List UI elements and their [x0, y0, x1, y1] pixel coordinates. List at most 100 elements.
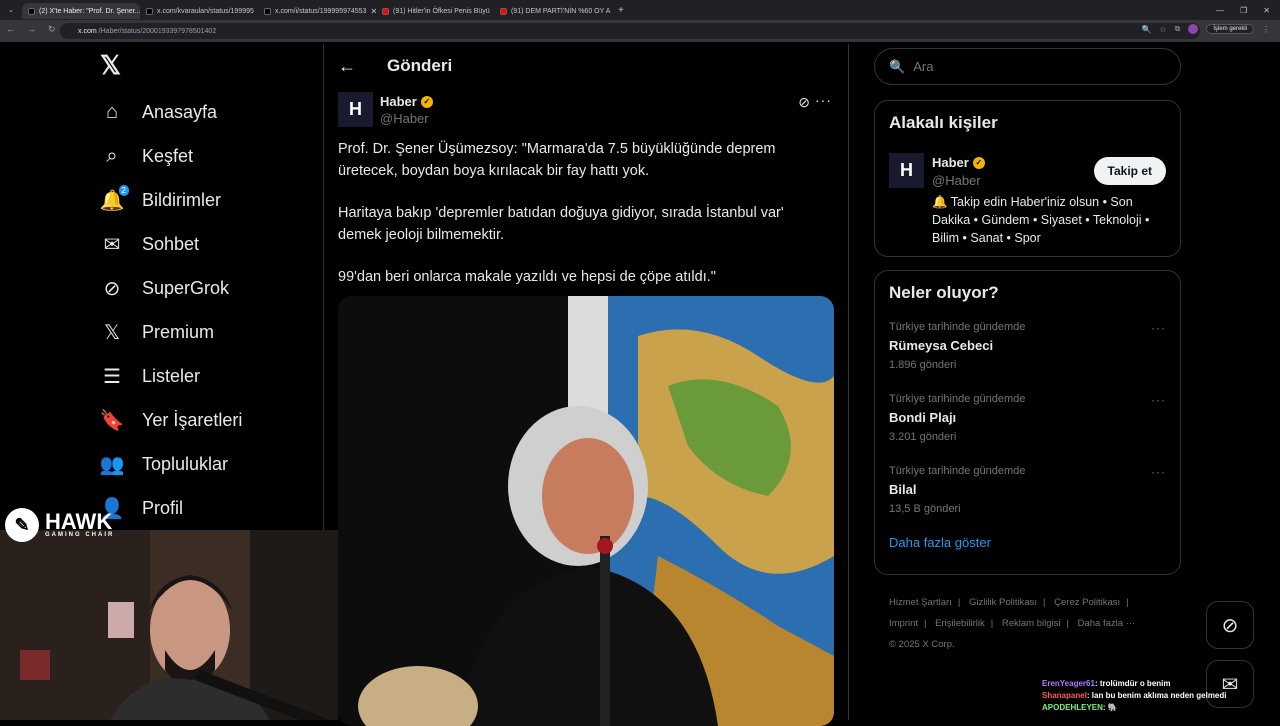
footer-link[interactable]: Daha fazla ···: [1078, 618, 1136, 629]
x-icon: 𝕏: [100, 320, 124, 344]
youtube-favicon-icon: [382, 8, 389, 15]
nav-label: Yer İşaretleri: [142, 410, 242, 431]
nav-label: Listeler: [142, 366, 200, 387]
footer-link[interactable]: Gizlilik Politikası: [969, 597, 1037, 608]
nav-item-bildirimler[interactable]: 🔔2 Bildirimler: [90, 178, 322, 222]
logo-subtext: GAMING CHAIR: [45, 532, 114, 538]
nav-item-topluluklar[interactable]: 👥 Topluluklar: [90, 442, 322, 486]
trend-name: Bilal: [889, 482, 1166, 497]
youtube-favicon-icon: [500, 8, 507, 15]
trend-count: 1.896 gönderi: [889, 359, 1166, 371]
chat-text: : 🐘: [1103, 703, 1118, 712]
author-handle: @Haber: [380, 111, 429, 126]
list-icon: ☰: [100, 364, 124, 388]
verified-badge-icon: ✓: [973, 157, 985, 169]
post-image[interactable]: [338, 296, 834, 726]
related-name: Haber: [932, 155, 969, 170]
footer-link[interactable]: Hizmet Şartları: [889, 597, 952, 608]
address-bar-row: ← → ↻ x.com/Haber/status/200019339797850…: [0, 20, 1280, 42]
search-input[interactable]: 🔍 Ara: [874, 48, 1181, 85]
minimize-icon[interactable]: —: [1216, 6, 1224, 15]
url-domain: x.com: [78, 28, 97, 35]
bell-icon: 🔔2: [100, 188, 124, 212]
author-name-row[interactable]: Haber ✓: [380, 94, 433, 109]
tab-title: (91) DEM PARTİ'NİN %60 OY A: [511, 8, 610, 15]
x-favicon-icon: [146, 8, 153, 15]
zoom-icon[interactable]: 🔍: [1141, 25, 1151, 34]
browser-tab[interactable]: (91) Hitler'in Öfkesi Penis Büyü✕: [376, 3, 494, 19]
more-options-icon[interactable]: ···: [1151, 393, 1166, 407]
grok-icon[interactable]: ⊘: [798, 94, 810, 111]
tab-search-icon[interactable]: ⌄: [0, 6, 22, 14]
chat-user: ErenYeager61: [1042, 679, 1095, 688]
x-favicon-icon: [28, 8, 35, 15]
footer-link[interactable]: Erişilebilirlik: [935, 618, 985, 629]
post-text: Prof. Dr. Şener Üşümezsoy: "Marmara'da 7…: [338, 139, 828, 310]
chat-text: : lan bu benim aklıma neden gelmedi: [1087, 691, 1227, 700]
browser-tab[interactable]: x.com/i/status/199995974553✕: [258, 3, 376, 19]
maximize-icon[interactable]: ❐: [1240, 6, 1247, 15]
trend-item[interactable]: Türkiye tarihinde gündemdeBondi Plajı3.2…: [875, 387, 1180, 459]
footer-link[interactable]: Çerez Politikası: [1054, 597, 1120, 608]
footer-link[interactable]: Imprint: [889, 618, 918, 629]
nav-item-premium[interactable]: 𝕏Premium: [90, 310, 322, 354]
nav-item-yer-i-aretleri[interactable]: 🔖 Yer İşaretleri: [90, 398, 322, 442]
nav-label: Topluluklar: [142, 454, 228, 475]
more-options-icon[interactable]: ···: [1151, 465, 1166, 479]
browser-tab[interactable]: (91) DEM PARTİ'NİN %60 OY A✕: [494, 3, 612, 19]
profile-avatar[interactable]: [1188, 24, 1198, 34]
search-icon: ⌕: [100, 144, 124, 168]
search-icon: 🔍: [889, 59, 905, 75]
back-arrow-icon[interactable]: ←: [338, 56, 356, 77]
related-avatar[interactable]: H: [889, 153, 924, 188]
extensions-icon[interactable]: ⧉: [1175, 24, 1181, 34]
people-icon: 👥: [100, 452, 124, 476]
update-pill[interactable]: İşlem gerekli: [1206, 24, 1254, 34]
more-options-icon[interactable]: ···: [1151, 321, 1166, 335]
bookmark-star-icon[interactable]: ☆: [1159, 25, 1166, 34]
nav-item-anasayfa[interactable]: ⌂Anasayfa: [90, 90, 322, 134]
webcam-feed: [0, 530, 338, 720]
tab-title: x.com/i/status/199995974553: [275, 8, 366, 15]
window-close-icon[interactable]: ✕: [1263, 6, 1270, 15]
left-navigation: 𝕏 ⌂Anasayfa⌕Keşfet 🔔2 Bildirimler ✉Sohbet⊘S…: [90, 50, 322, 530]
page-title: Gönderi: [387, 56, 452, 76]
search-placeholder: Ara: [913, 59, 933, 74]
related-people-card: Alakalı kişiler H Haber ✓ @Haber Takip e…: [874, 100, 1181, 257]
hawk-logo: ✎ HAWK GAMING CHAIR: [5, 508, 114, 542]
nav-item-supergrok[interactable]: ⊘SuperGrok: [90, 266, 322, 310]
show-more-link[interactable]: Daha fazla göster: [875, 531, 1180, 550]
related-name-row[interactable]: Haber ✓: [932, 155, 985, 170]
browser-tab-strip: ⌄ (2) X'te Haber: "Prof. Dr. Şener...✕x.…: [0, 0, 1280, 20]
new-tab-icon[interactable]: +: [618, 5, 624, 16]
post-paragraph: 99'dan beri onlarca makale yazıldı ve he…: [338, 267, 828, 289]
chat-user: Shanapanel: [1042, 691, 1087, 700]
nav-item-listeler[interactable]: ☰ Listeler: [90, 354, 322, 398]
webcam-overlay: [0, 530, 338, 720]
back-nav-icon[interactable]: ←: [6, 24, 15, 35]
author-avatar[interactable]: H: [338, 92, 373, 127]
forward-nav-icon[interactable]: →: [27, 24, 36, 35]
footer-link[interactable]: Reklam bilgisi: [1002, 618, 1061, 629]
trend-category: Türkiye tarihinde gündemde: [889, 387, 1166, 405]
trend-item[interactable]: Türkiye tarihinde gündemdeBilal13,5 B gö…: [875, 459, 1180, 531]
browser-tab[interactable]: (2) X'te Haber: "Prof. Dr. Şener...✕: [22, 3, 140, 19]
browser-tab[interactable]: x.com/kvaraulan/status/199995✕: [140, 3, 258, 19]
nav-item-ke-fet[interactable]: ⌕Keşfet: [90, 134, 322, 178]
nav-label: Bildirimler: [142, 190, 221, 211]
reload-icon[interactable]: ↻: [48, 24, 56, 35]
browser-menu-icon[interactable]: ⋮: [1262, 25, 1270, 34]
post-photo: [338, 296, 834, 726]
grok-icon: ⊘: [100, 276, 124, 300]
trend-item[interactable]: Türkiye tarihinde gündemdeRümeysa Cebeci…: [875, 315, 1180, 387]
nav-item-profil[interactable]: 👤Profil: [90, 486, 322, 530]
more-options-icon[interactable]: ···: [815, 92, 832, 108]
follow-button[interactable]: Takip et: [1094, 157, 1166, 185]
x-logo-icon[interactable]: 𝕏: [90, 50, 322, 90]
grok-fab-icon[interactable]: ⊘: [1206, 601, 1254, 649]
bookmark-icon: 🔖: [100, 408, 124, 432]
post-author: H Haber ✓ @Haber ⊘ ···: [338, 90, 834, 130]
related-handle: @Haber: [932, 173, 981, 188]
nav-item-sohbet[interactable]: ✉Sohbet: [90, 222, 322, 266]
url-input[interactable]: x.com/Haber/status/2000193397978501402: [60, 23, 1200, 39]
